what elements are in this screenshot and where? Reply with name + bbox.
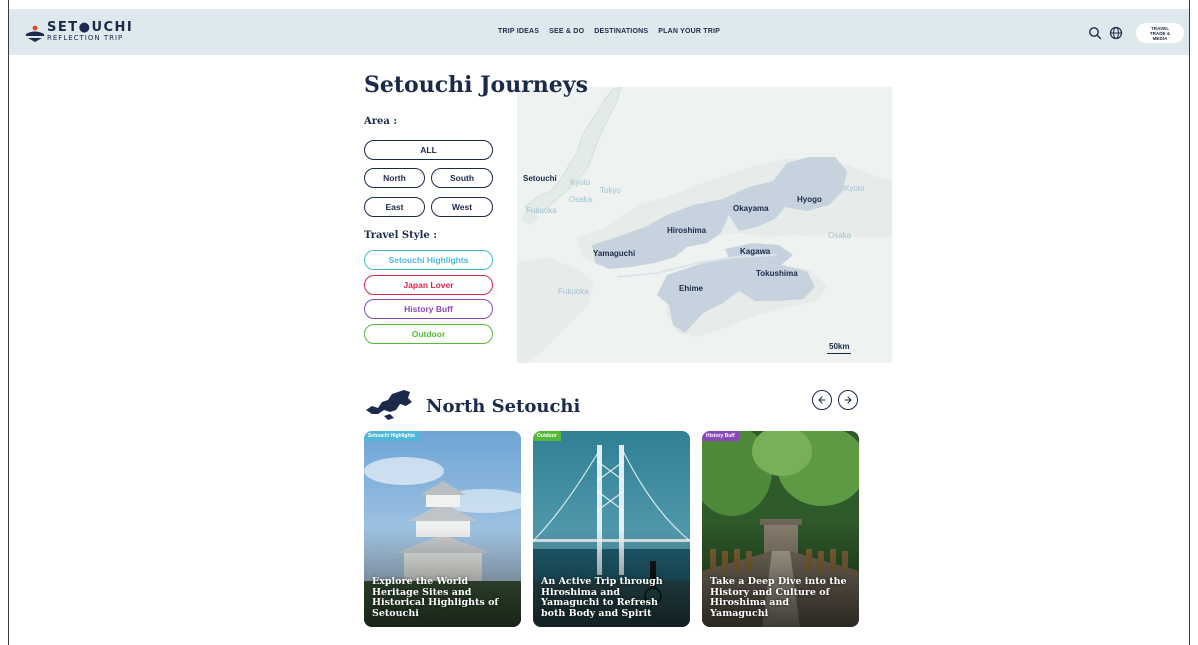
nav-destinations[interactable]: DESTINATIONS (594, 28, 648, 35)
frame-left-border (8, 0, 9, 645)
nav-trip-ideas[interactable]: TRIP IDEAS (498, 28, 539, 35)
page-title: Setouchi Journeys (364, 72, 588, 98)
frame-right-border (1189, 0, 1190, 645)
search-icon[interactable] (1088, 26, 1102, 40)
card-title: Explore the World Heritage Sites and His… (372, 576, 499, 619)
arrow-left-icon (818, 396, 826, 404)
setouchi-map[interactable]: Setouchi Kyoto Tokyo Osaka Fukuoka Hiros… (517, 87, 892, 363)
style-filter-outdoor[interactable]: Outdoor (364, 324, 493, 344)
arrow-right-icon (844, 396, 852, 404)
site-header: SET●UCHI REFLECTION TRIP TRIP IDEAS SEE … (9, 9, 1189, 55)
style-filter-japan-lover[interactable]: Japan Lover (364, 275, 493, 295)
area-filter-west[interactable]: West (431, 197, 493, 217)
area-filter-label: Area : (364, 116, 398, 127)
map-label-tokushima[interactable]: Tokushima (756, 269, 798, 278)
card-tag-setouchi-highlights: Setouchi Highlights (364, 431, 419, 441)
map-label-hiroshima[interactable]: Hiroshima (667, 226, 706, 235)
site-logo[interactable]: SET●UCHI REFLECTION TRIP (25, 20, 145, 46)
travel-trade-media-button[interactable]: TRAVEL TRADE & MEDIA (1136, 23, 1184, 43)
map-label-fukuoka: Fukuoka (558, 287, 589, 296)
area-filter-east[interactable]: East (364, 197, 425, 217)
map-label-osaka-inset: Osaka (569, 195, 593, 204)
card-title: An Active Trip through Hiroshima and Yam… (541, 576, 663, 619)
card-tag-history-buff: History Buff (702, 431, 739, 441)
trip-card-world-heritage[interactable]: Setouchi Highlights Explore the World He… (364, 431, 521, 627)
globe-icon[interactable] (1109, 26, 1123, 40)
main-nav: TRIP IDEAS SEE & DO DESTINATIONS PLAN YO… (498, 28, 720, 35)
map-label-fukuoka-inset: Fukuoka (526, 206, 557, 215)
map-label-tokyo-inset: Tokyo (600, 186, 621, 195)
nav-plan-your-trip[interactable]: PLAN YOUR TRIP (658, 28, 720, 35)
nav-see-and-do[interactable]: SEE & DO (549, 28, 584, 35)
area-filter-south[interactable]: South (431, 168, 493, 188)
map-scale: 50km (827, 342, 852, 354)
logo-wordmark: SET●UCHI (47, 20, 134, 35)
map-label-kyoto-inset: Kyoto (570, 178, 591, 187)
style-filter-history-buff[interactable]: History Buff (364, 299, 493, 319)
trip-card-deep-dive[interactable]: History Buff Take a Deep Dive into the H… (702, 431, 859, 627)
map-label-okayama[interactable]: Okayama (733, 204, 769, 213)
map-label-osaka: Osaka (828, 231, 852, 240)
travel-trade-media-label: TRAVEL TRADE & MEDIA (1149, 25, 1171, 41)
area-filter-north[interactable]: North (364, 168, 425, 188)
map-label-setouchi: Setouchi (523, 174, 557, 183)
map-label-hyogo[interactable]: Hyogo (797, 195, 822, 204)
card-tag-outdoor: Outdoor (533, 431, 561, 441)
section-title: North Setouchi (426, 396, 581, 417)
map-label-ehime[interactable]: Ehime (679, 284, 703, 293)
carousel-next-button[interactable] (838, 390, 858, 410)
logo-subtitle: REFLECTION TRIP (47, 34, 124, 42)
logo-mark-icon (26, 25, 44, 42)
carousel-prev-button[interactable] (812, 390, 832, 410)
card-title: Take a Deep Dive into the History and Cu… (710, 576, 847, 619)
map-label-kyoto: Kyoto (844, 184, 865, 193)
map-label-kagawa[interactable]: Kagawa (740, 247, 770, 256)
travel-style-label: Travel Style : (364, 230, 437, 241)
style-filter-setouchi-highlights[interactable]: Setouchi Highlights (364, 250, 493, 270)
trip-card-active-trip[interactable]: Outdoor An Active Trip through Hiroshima… (533, 431, 690, 627)
north-setouchi-map-icon (366, 390, 412, 420)
map-label-yamaguchi[interactable]: Yamaguchi (593, 249, 635, 258)
map-graphic (517, 87, 892, 363)
area-filter-all[interactable]: ALL (364, 140, 493, 160)
